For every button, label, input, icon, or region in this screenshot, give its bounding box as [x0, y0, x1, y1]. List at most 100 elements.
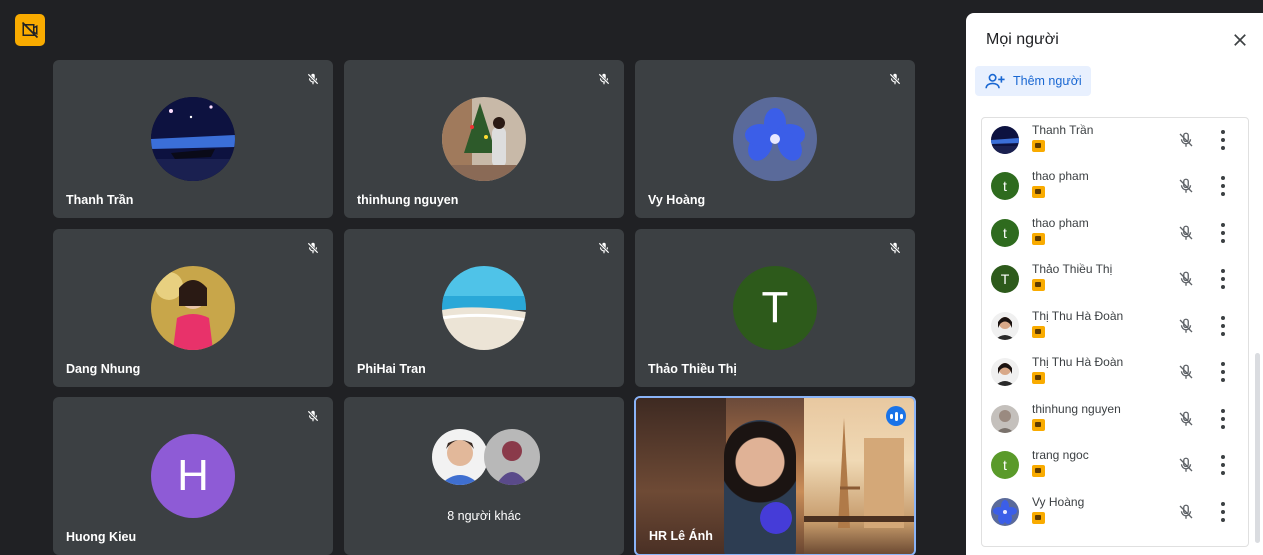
participant-tile[interactable]: T Thảo Thiều Thị: [635, 229, 915, 387]
participant-tile[interactable]: Vy Hoàng: [635, 60, 915, 218]
scrollbar[interactable]: [1255, 353, 1260, 543]
more-options-icon[interactable]: [1220, 409, 1226, 429]
mic-off-icon[interactable]: [1177, 503, 1195, 521]
participant-name: Thảo Thiều Thị: [648, 362, 737, 376]
present-badge: [1032, 512, 1045, 524]
participant-name: trang ngoc: [1032, 448, 1089, 462]
more-options-icon[interactable]: [1220, 502, 1226, 522]
participant-name: thinhung nguyen: [1032, 402, 1121, 416]
list-item[interactable]: Thị Thu Hà Đoàn: [982, 350, 1250, 394]
present-badge: [1032, 186, 1045, 198]
avatar: [991, 405, 1019, 433]
participant-name: Thanh Trần: [1032, 123, 1094, 137]
avatar-initial: t: [991, 451, 1019, 479]
avatar: [991, 358, 1019, 386]
avatar: [442, 97, 526, 181]
participant-name: Vy Hoàng: [1032, 495, 1085, 509]
avatar-initial: t: [991, 172, 1019, 200]
participant-tile[interactable]: Dang Nhung: [53, 229, 333, 387]
avatar: [151, 97, 235, 181]
avatar-initial: T: [991, 265, 1019, 293]
more-options-icon[interactable]: [1220, 316, 1226, 336]
list-item[interactable]: Thanh Trần: [982, 118, 1250, 162]
participant-name: PhiHai Tran: [357, 362, 426, 376]
present-badge: [1032, 372, 1045, 384]
participant-tile[interactable]: thinhung nguyen: [344, 60, 624, 218]
participant-name: Thảo Thiều Thị: [1032, 262, 1113, 276]
participant-name: Thị Thu Hà Đoàn: [1032, 309, 1124, 323]
pointer-cursor-icon: [760, 502, 792, 534]
people-panel: Mọi người Thêm người Thanh Trần t thao p…: [966, 13, 1263, 555]
add-people-button[interactable]: Thêm người: [975, 66, 1091, 96]
participant-name: Huong Kieu: [66, 530, 137, 544]
mic-off-icon: [598, 73, 610, 85]
add-person-icon: [985, 73, 1005, 89]
present-badge: [1032, 326, 1045, 338]
mic-off-icon[interactable]: [1177, 224, 1195, 242]
list-item[interactable]: t thao pham: [982, 164, 1250, 208]
avatar: [151, 266, 235, 350]
present-badge: [1032, 419, 1045, 431]
avatar: [991, 312, 1019, 340]
present-badge: [1032, 233, 1045, 245]
close-icon[interactable]: [1231, 31, 1249, 49]
more-options-icon[interactable]: [1220, 130, 1226, 150]
list-item[interactable]: Vy Hoàng: [982, 490, 1250, 534]
more-options-icon[interactable]: [1220, 362, 1226, 382]
more-options-icon[interactable]: [1220, 223, 1226, 243]
mic-off-icon: [307, 73, 319, 85]
participant-name: Thanh Trần: [66, 193, 134, 207]
add-people-label: Thêm người: [1013, 74, 1082, 88]
present-badge: [1032, 465, 1045, 477]
avatar: [991, 498, 1019, 526]
mic-off-icon[interactable]: [1177, 317, 1195, 335]
participant-tile[interactable]: H Huong Kieu: [53, 397, 333, 555]
present-badge: [1032, 279, 1045, 291]
participant-name: Thị Thu Hà Đoàn: [1032, 355, 1124, 369]
others-count: 8 người khác: [447, 509, 521, 523]
list-item[interactable]: t trang ngoc: [982, 443, 1250, 487]
participant-name: thao pham: [1032, 216, 1089, 230]
mic-off-icon: [307, 242, 319, 254]
self-video-tile[interactable]: HR Lê Ánh: [634, 396, 916, 555]
participant-name: HR Lê Ánh: [649, 529, 713, 543]
participant-list[interactable]: Thanh Trần t thao pham t thao pham T Thả…: [981, 117, 1249, 547]
mic-off-icon[interactable]: [1177, 270, 1195, 288]
mic-off-icon: [307, 410, 319, 422]
more-options-icon[interactable]: [1220, 455, 1226, 475]
participant-tile[interactable]: PhiHai Tran: [344, 229, 624, 387]
mic-off-icon[interactable]: [1177, 177, 1195, 195]
others-tile[interactable]: 8 người khác: [344, 397, 624, 555]
self-video: [724, 420, 796, 554]
mic-off-icon[interactable]: [1177, 363, 1195, 381]
avatar: [991, 126, 1019, 154]
more-options-icon[interactable]: [1220, 176, 1226, 196]
more-options-icon[interactable]: [1220, 269, 1226, 289]
mic-off-icon: [889, 242, 901, 254]
panel-title: Mọi người: [986, 31, 1059, 48]
avatar-initial: T: [733, 266, 817, 350]
participant-tile[interactable]: Thanh Trần: [53, 60, 333, 218]
participant-name: thinhung nguyen: [357, 193, 459, 207]
recording-icon[interactable]: [15, 14, 45, 46]
avatar-initial: H: [151, 434, 235, 518]
avatar: [442, 266, 526, 350]
others-avatar: [432, 429, 488, 485]
avatar: [733, 97, 817, 181]
mic-off-icon[interactable]: [1177, 410, 1195, 428]
mic-off-icon[interactable]: [1177, 456, 1195, 474]
mic-off-icon[interactable]: [1177, 131, 1195, 149]
avatar-initial: t: [991, 219, 1019, 247]
list-item[interactable]: thinhung nguyen: [982, 397, 1250, 441]
participant-name: Vy Hoàng: [648, 193, 706, 207]
list-item[interactable]: T Thảo Thiều Thị: [982, 257, 1250, 301]
mic-off-icon: [598, 242, 610, 254]
list-item[interactable]: Thị Thu Hà Đoàn: [982, 304, 1250, 348]
present-badge: [1032, 140, 1045, 152]
participant-name: thao pham: [1032, 169, 1089, 183]
mic-off-icon: [889, 73, 901, 85]
others-avatar: [484, 429, 540, 485]
speaking-indicator-icon: [886, 406, 906, 426]
list-item[interactable]: t thao pham: [982, 211, 1250, 255]
participant-name: Dang Nhung: [66, 362, 141, 376]
